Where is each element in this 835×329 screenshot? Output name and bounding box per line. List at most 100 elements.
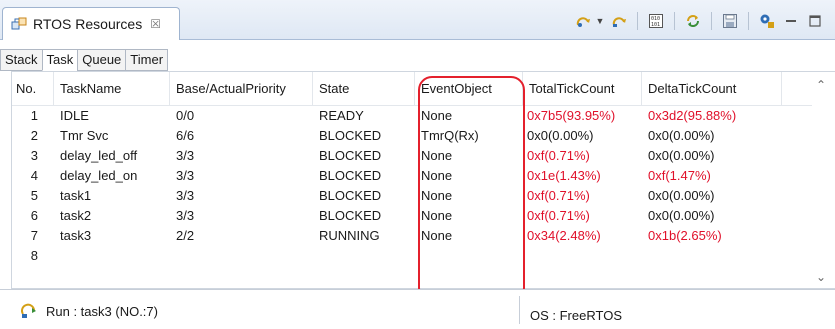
cell-totaltickcount: 0x34(2.48%) xyxy=(527,228,601,243)
table-row[interactable]: 5 task1 3/3 BLOCKED None 0xf(0.71%) 0x0(… xyxy=(12,186,812,206)
close-view-icon[interactable]: ☒ xyxy=(150,17,161,31)
rtos-resources-icon xyxy=(11,16,27,32)
svg-text:101: 101 xyxy=(651,22,660,28)
running-task-icon xyxy=(20,302,38,320)
table-body: 1 IDLE 0/0 READY None 0x7b5(93.95%) 0x3d… xyxy=(12,106,812,266)
status-bar: Run : task3 (NO.:7) OS : FreeRTOS xyxy=(0,289,835,329)
column-header-totaltickcount[interactable]: TotalTickCount xyxy=(523,72,642,106)
toolbar-separator xyxy=(674,12,675,30)
cell-state: BLOCKED xyxy=(319,148,382,163)
cell-priority: 2/2 xyxy=(176,228,195,243)
table-row[interactable]: 3 delay_led_off 3/3 BLOCKED None 0xf(0.7… xyxy=(12,146,812,166)
toolbar-separator xyxy=(748,12,749,30)
cell-no: 8 xyxy=(30,248,38,263)
view-toolbar: ▼ 010 101 xyxy=(571,10,827,32)
tab-stack[interactable]: Stack xyxy=(0,49,42,71)
cell-eventobject: None xyxy=(421,188,453,203)
tab-timer[interactable]: Timer xyxy=(125,49,169,71)
minimize-icon[interactable] xyxy=(781,11,801,31)
cell-priority: 3/3 xyxy=(176,208,195,223)
cell-taskname: delay_led_on xyxy=(60,168,138,183)
cell-totaltickcount: 0x7b5(93.95%) xyxy=(527,108,616,123)
maximize-icon[interactable] xyxy=(805,11,825,31)
toolbar-separator xyxy=(637,12,638,30)
cell-no: 3 xyxy=(30,148,38,163)
cell-no: 7 xyxy=(30,228,38,243)
settings-icon[interactable] xyxy=(757,11,777,31)
os-status-text: OS : FreeRTOS xyxy=(530,308,622,323)
cell-totaltickcount: 0x1e(1.43%) xyxy=(527,168,601,183)
cell-state: BLOCKED xyxy=(319,208,382,223)
tab-queue[interactable]: Queue xyxy=(77,49,126,71)
cell-eventobject: None xyxy=(421,208,453,223)
table-row[interactable]: 1 IDLE 0/0 READY None 0x7b5(93.95%) 0x3d… xyxy=(12,106,812,126)
cell-priority: 3/3 xyxy=(176,188,195,203)
cell-priority: 6/6 xyxy=(176,128,195,143)
cell-taskname: Tmr Svc xyxy=(60,128,109,143)
cell-state: RUNNING xyxy=(319,228,380,243)
table-header: No. TaskName Base/ActualPriority State E… xyxy=(12,72,812,106)
cell-priority: 0/0 xyxy=(176,108,195,123)
cell-priority: 3/3 xyxy=(176,148,195,163)
view-title: RTOS Resources xyxy=(33,16,143,32)
cell-totaltickcount: 0xf(0.71%) xyxy=(527,188,590,203)
table-row[interactable]: 7 task3 2/2 RUNNING None 0x34(2.48%) 0x1… xyxy=(12,226,812,246)
dropdown-arrow-icon[interactable]: ▼ xyxy=(595,11,605,31)
cell-no: 2 xyxy=(30,128,38,143)
cell-totaltickcount: 0x0(0.00%) xyxy=(527,128,594,143)
column-header-no[interactable]: No. xyxy=(12,72,54,106)
scroll-down-icon[interactable]: ⌄ xyxy=(815,270,827,284)
refresh-task-icon[interactable] xyxy=(573,11,593,31)
tab-task[interactable]: Task xyxy=(41,49,78,71)
task-table: No. TaskName Base/ActualPriority State E… xyxy=(11,71,835,289)
cell-taskname: task2 xyxy=(60,208,92,223)
cell-eventobject: None xyxy=(421,148,453,163)
column-header-priority[interactable]: Base/ActualPriority xyxy=(170,72,313,106)
run-status: Run : task3 (NO.:7) xyxy=(20,302,158,320)
cell-taskname: task3 xyxy=(60,228,92,243)
run-status-text: Run : task3 (NO.:7) xyxy=(46,303,158,319)
cell-deltatickcount: 0x3d2(95.88%) xyxy=(648,108,737,123)
column-header-state[interactable]: State xyxy=(313,72,415,106)
cell-totaltickcount: 0xf(0.71%) xyxy=(527,148,590,163)
binary-view-icon[interactable]: 010 101 xyxy=(646,11,666,31)
table-row[interactable]: 8 xyxy=(12,246,812,266)
cell-deltatickcount: 0x1b(2.65%) xyxy=(648,228,722,243)
column-header-deltatickcount[interactable]: DeltaTickCount xyxy=(642,72,782,106)
cell-taskname: delay_led_off xyxy=(60,148,138,163)
cell-deltatickcount: 0x0(0.00%) xyxy=(648,208,715,223)
cell-priority: 3/3 xyxy=(176,168,195,183)
cell-eventobject: None xyxy=(421,108,453,123)
cell-no: 1 xyxy=(30,108,38,123)
cell-state: BLOCKED xyxy=(319,188,382,203)
table-row[interactable]: 6 task2 3/3 BLOCKED None 0xf(0.71%) 0x0(… xyxy=(12,206,812,226)
cell-totaltickcount: 0xf(0.71%) xyxy=(527,208,590,223)
cell-eventobject: None xyxy=(421,228,453,243)
status-divider xyxy=(519,296,520,324)
save-icon[interactable] xyxy=(720,11,740,31)
table-row[interactable]: 2 Tmr Svc 6/6 BLOCKED TmrQ(Rx) 0x0(0.00%… xyxy=(12,126,812,146)
cell-state: BLOCKED xyxy=(319,128,382,143)
rtos-resources-view-tab[interactable]: RTOS Resources ☒ xyxy=(2,7,180,40)
cell-no: 5 xyxy=(30,188,38,203)
column-header-eventobject[interactable]: EventObject xyxy=(415,72,523,106)
cell-deltatickcount: 0xf(1.47%) xyxy=(648,168,711,183)
table-row[interactable]: 4 delay_led_on 3/3 BLOCKED None 0x1e(1.4… xyxy=(12,166,812,186)
cell-deltatickcount: 0x0(0.00%) xyxy=(648,128,715,143)
cell-no: 6 xyxy=(30,208,38,223)
cell-deltatickcount: 0x0(0.00%) xyxy=(648,148,715,163)
cell-taskname: IDLE xyxy=(60,108,89,123)
sync-icon[interactable] xyxy=(683,11,703,31)
cell-deltatickcount: 0x0(0.00%) xyxy=(648,188,715,203)
cell-state: BLOCKED xyxy=(319,168,382,183)
cell-taskname: task1 xyxy=(60,188,92,203)
column-header-taskname[interactable]: TaskName xyxy=(54,72,170,106)
cell-eventobject: TmrQ(Rx) xyxy=(421,128,479,143)
toolbar-separator xyxy=(711,12,712,30)
cell-no: 4 xyxy=(30,168,38,183)
view-title-bar: RTOS Resources ☒ ▼ 010 101 xyxy=(0,0,835,40)
cell-state: READY xyxy=(319,108,364,123)
resource-tabs: Stack Task Queue Timer xyxy=(0,49,169,71)
scroll-up-icon[interactable]: ⌃ xyxy=(815,78,827,92)
refresh-icon[interactable] xyxy=(609,11,629,31)
